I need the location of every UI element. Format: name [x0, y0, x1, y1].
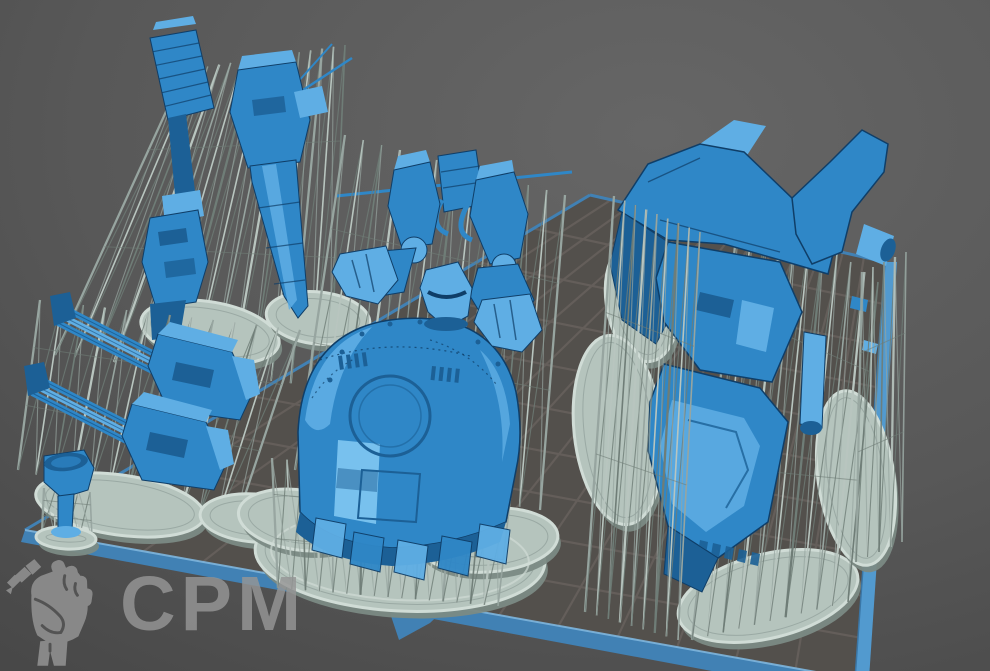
scene-3d[interactable] [0, 0, 990, 671]
slicer-viewport[interactable]: CPM [0, 0, 990, 671]
